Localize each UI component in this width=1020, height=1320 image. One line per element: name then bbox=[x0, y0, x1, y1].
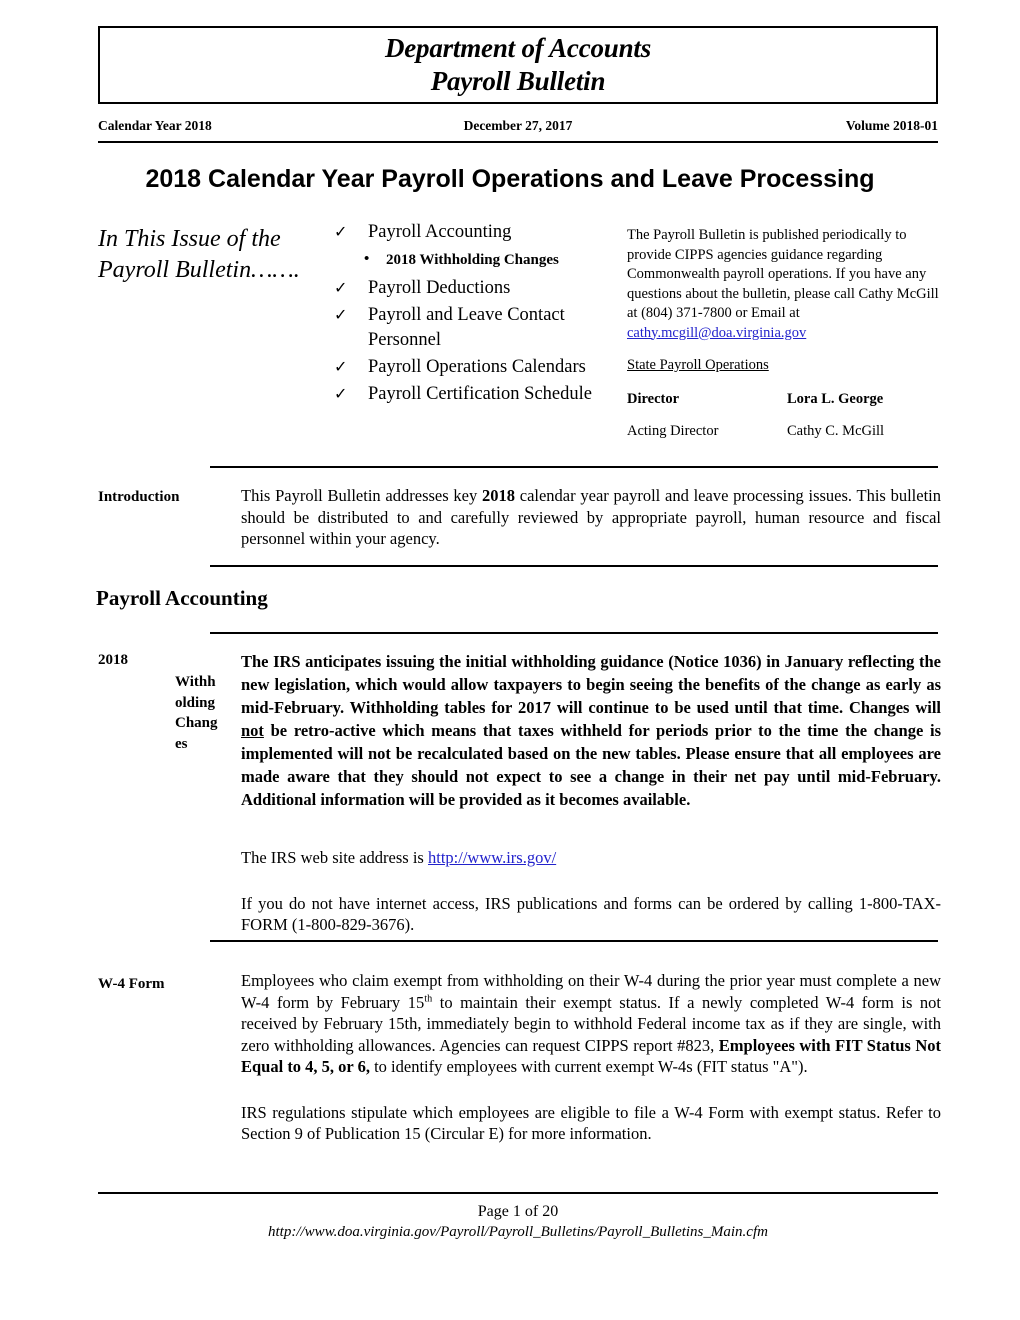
toc-item-label: Payroll Accounting bbox=[368, 222, 512, 242]
masthead-title-line1: Department of Accounts bbox=[384, 33, 652, 63]
state-payroll-operations-heading: State Payroll Operations bbox=[627, 357, 769, 373]
bulletin-description: The Payroll Bulletin is published period… bbox=[627, 226, 939, 343]
toc-item-payroll-accounting[interactable]: ✓ Payroll Accounting bbox=[330, 220, 615, 245]
section-body-irs-links: The IRS web site address is http://www.i… bbox=[241, 847, 941, 936]
section-body-introduction: This Payroll Bulletin addresses key 2018… bbox=[241, 485, 941, 550]
masthead-title-line2: Payroll Bulletin bbox=[430, 66, 606, 96]
check-icon: ✓ bbox=[334, 280, 348, 297]
table-row: Director Lora L. George bbox=[627, 390, 939, 422]
in-this-issue-heading: In This Issue of the Payroll Bulletin……. bbox=[98, 226, 300, 283]
check-icon: ✓ bbox=[334, 224, 348, 241]
bulletin-info-column: The Payroll Bulletin is published period… bbox=[627, 226, 939, 454]
volume-label: Volume 2018-01 bbox=[845, 118, 938, 133]
bulletin-description-text: The Payroll Bulletin is published period… bbox=[627, 227, 939, 321]
irs-website-link[interactable]: http://www.irs.gov/ bbox=[428, 848, 556, 867]
w4-ordinal-suffix: th bbox=[424, 993, 433, 1004]
page-number: Page 1 of 20 bbox=[477, 1203, 559, 1220]
check-icon: ✓ bbox=[334, 359, 348, 376]
toc-item-certification-schedule[interactable]: ✓ Payroll Certification Schedule bbox=[330, 382, 615, 407]
irs-website-lead: The IRS web site address is bbox=[241, 848, 428, 867]
footer-url: http://www.doa.virginia.gov/Payroll/Payr… bbox=[268, 1224, 768, 1240]
toc-item-label: Payroll and Leave Contact Personnel bbox=[368, 305, 565, 350]
staff-role: Director bbox=[627, 390, 680, 407]
intro-text-part1: This Payroll Bulletin addresses key bbox=[241, 486, 482, 505]
section-body-w4: Employees who claim exempt from withhold… bbox=[241, 970, 941, 1145]
section-label-introduction: Introduction bbox=[98, 489, 180, 505]
section-divider bbox=[210, 466, 938, 468]
toc-subitem-withholding-changes[interactable]: • 2018 Withholding Changes bbox=[330, 248, 615, 272]
w4-paragraph-1: Employees who claim exempt from withhold… bbox=[241, 970, 941, 1078]
heading-payroll-accounting: Payroll Accounting bbox=[96, 586, 268, 610]
check-icon: ✓ bbox=[334, 307, 348, 324]
toc-item-contact-personnel[interactable]: ✓ Payroll and Leave Contact Personnel bbox=[330, 303, 615, 353]
toc-item-label: Payroll Operations Calendars bbox=[368, 357, 586, 377]
section-label-w4-form: W-4 Form bbox=[98, 976, 165, 992]
withholding-paragraph-1: The IRS anticipates issuing the initial … bbox=[241, 650, 941, 811]
toc-item-operations-calendars[interactable]: ✓ Payroll Operations Calendars bbox=[330, 355, 615, 380]
withholding-text-a: The IRS anticipates issuing the initial … bbox=[241, 652, 941, 717]
page-footer: Page 1 of 20 http://www.doa.virginia.gov… bbox=[98, 1192, 938, 1242]
issue-line: Calendar Year 2018 December 27, 2017 Vol… bbox=[98, 118, 938, 143]
introduction-paragraph: This Payroll Bulletin addresses key 2018… bbox=[241, 485, 941, 550]
section-divider bbox=[210, 632, 938, 634]
contact-email-link[interactable]: cathy.mcgill@doa.virginia.gov bbox=[627, 325, 806, 341]
section-label-withholding-year: 2018 bbox=[98, 652, 128, 668]
staff-table: Director Lora L. George Acting Director … bbox=[627, 390, 939, 454]
toc-subitem-label: 2018 Withholding Changes bbox=[386, 252, 559, 268]
staff-name: Cathy C. McGill bbox=[787, 422, 885, 439]
section-divider bbox=[210, 565, 938, 567]
document-page: Department of Accounts Payroll Bulletin … bbox=[0, 0, 1020, 1320]
irs-website-paragraph: The IRS web site address is http://www.i… bbox=[241, 847, 941, 869]
page-title: 2018 Calendar Year Payroll Operations an… bbox=[145, 165, 875, 193]
withholding-text-not: not bbox=[241, 721, 264, 740]
staff-name: Lora L. George bbox=[787, 390, 884, 407]
check-icon: ✓ bbox=[334, 386, 348, 403]
staff-role: Acting Director bbox=[627, 422, 719, 439]
section-body-withholding: The IRS anticipates issuing the initial … bbox=[241, 650, 941, 811]
in-this-issue-list: ✓ Payroll Accounting • 2018 Withholding … bbox=[330, 220, 615, 409]
w4-paragraph-2: IRS regulations stipulate which employee… bbox=[241, 1102, 941, 1144]
toc-item-label: Payroll Certification Schedule bbox=[368, 384, 592, 404]
w4-text-c: to identify employees with current exemp… bbox=[369, 1057, 808, 1076]
withholding-text-b: be retro-active which means that taxes w… bbox=[241, 721, 941, 809]
masthead-box: Department of Accounts Payroll Bulletin bbox=[98, 26, 938, 104]
section-label-withholding-changes: Withholding Changes bbox=[175, 674, 218, 752]
table-row: Acting Director Cathy C. McGill bbox=[627, 422, 939, 454]
irs-phone-paragraph: If you do not have internet access, IRS … bbox=[241, 893, 941, 935]
intro-text-bold: 2018 bbox=[482, 486, 515, 505]
issue-date-label: December 27, 2017 bbox=[463, 118, 573, 133]
toc-item-payroll-deductions[interactable]: ✓ Payroll Deductions bbox=[330, 276, 615, 301]
bullet-icon: • bbox=[364, 251, 370, 267]
toc-item-label: Payroll Deductions bbox=[368, 278, 511, 298]
section-divider bbox=[210, 940, 938, 942]
